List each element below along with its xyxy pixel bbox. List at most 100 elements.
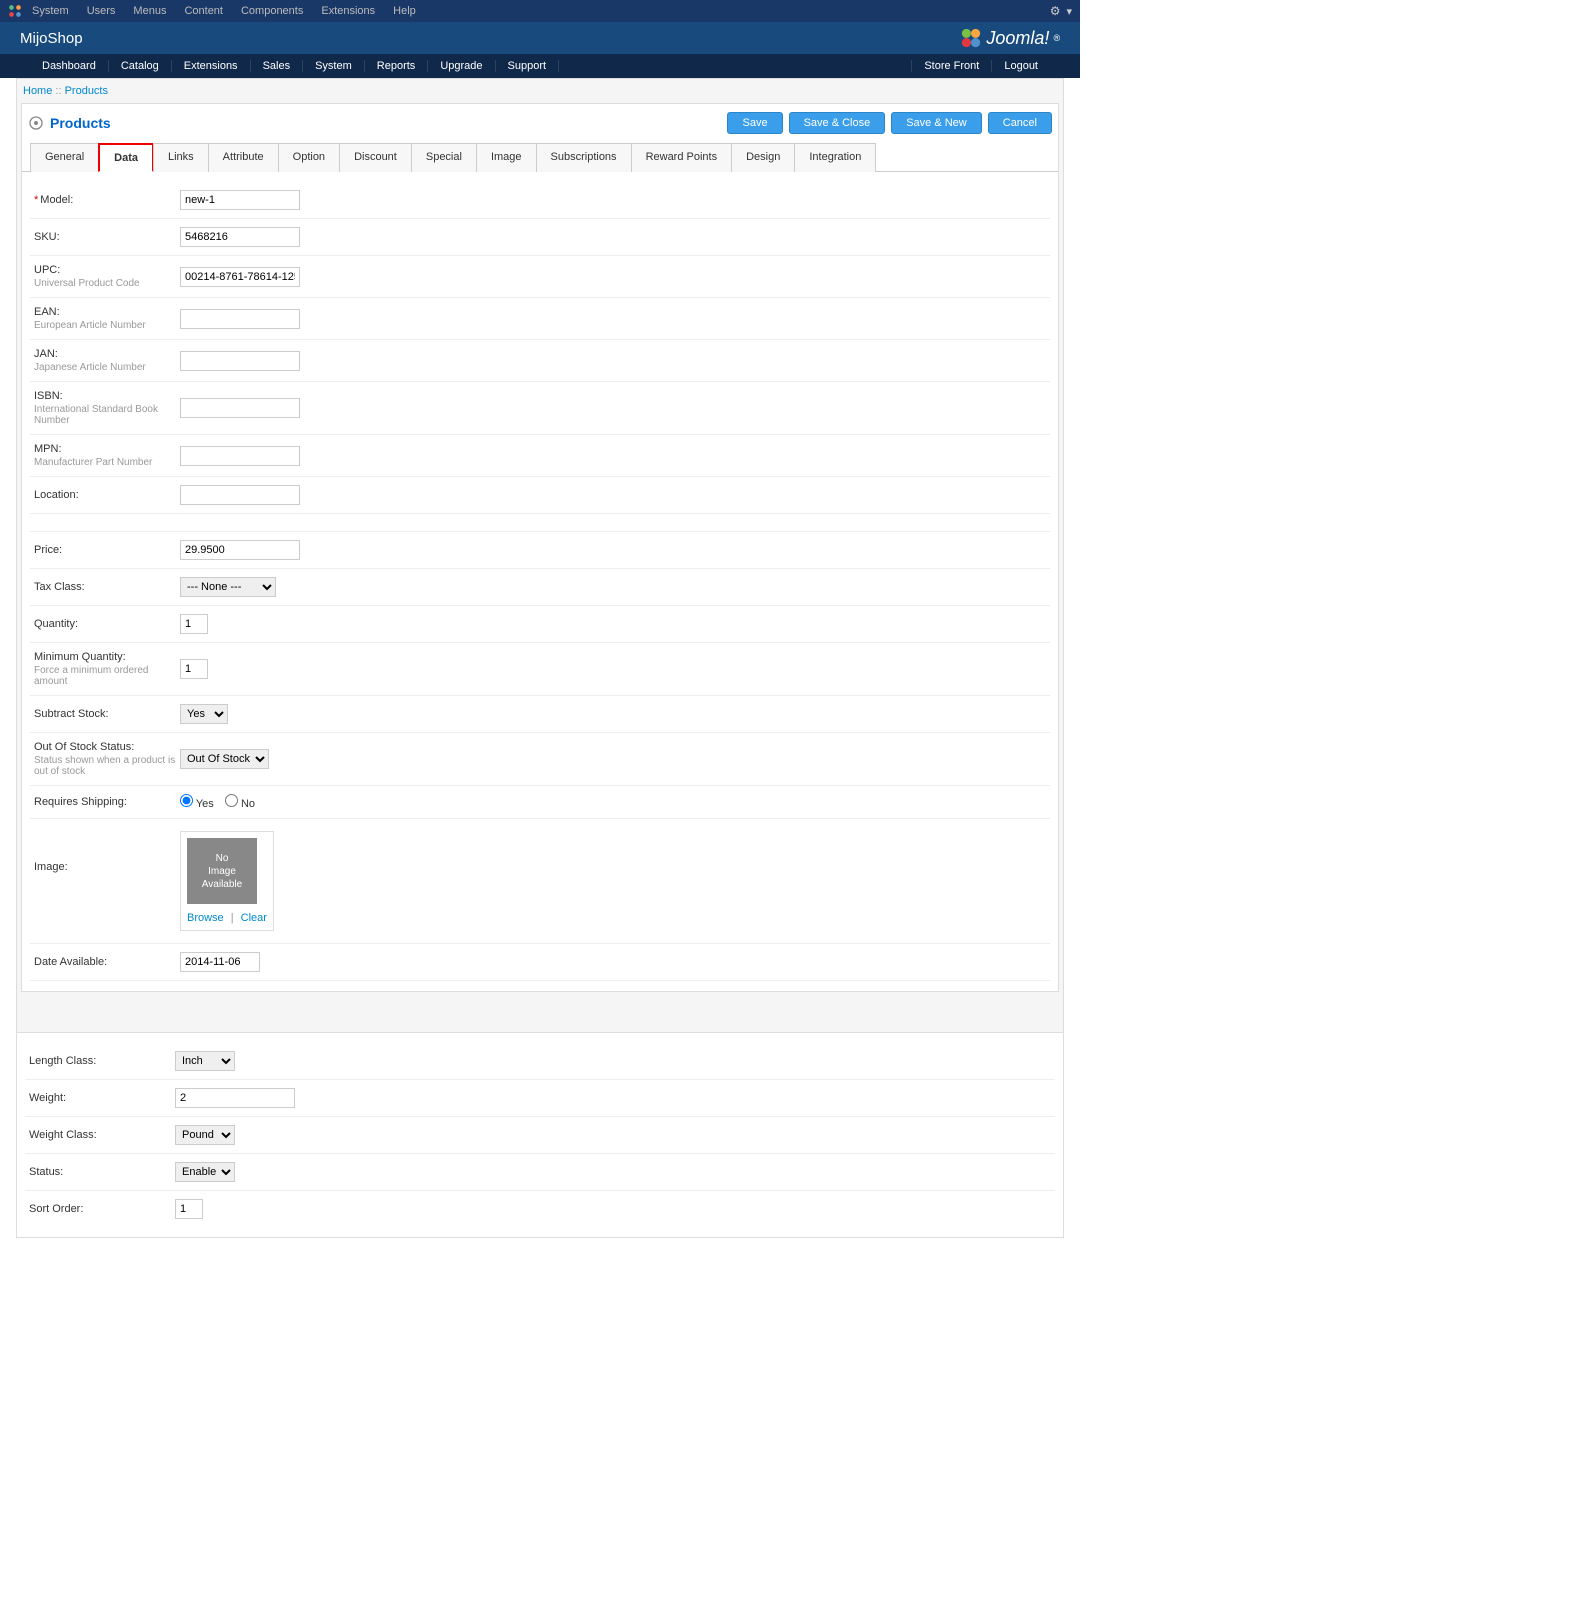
topbar-help[interactable]: Help [393,5,416,17]
model-input[interactable] [180,190,300,210]
joomla-logo: Joomla! ® [960,27,1060,49]
tab-subscriptions[interactable]: Subscriptions [536,143,632,172]
isbn-hint: International Standard Book Number [34,404,180,426]
weight-label: Weight: [29,1092,66,1104]
upc-label: UPC: [34,264,60,276]
topbar-system[interactable]: System [32,5,69,17]
jan-hint: Japanese Article Number [34,362,180,373]
isbn-input[interactable] [180,398,300,418]
nav-store-front[interactable]: Store Front [911,60,991,72]
cancel-button[interactable]: Cancel [988,112,1052,134]
jan-label: JAN: [34,348,58,360]
gear-icon[interactable]: ⚙ [1050,4,1061,18]
image-browse-link[interactable]: Browse [187,912,224,924]
image-label: Image: [34,861,68,873]
tab-image[interactable]: Image [476,143,537,172]
date-available-label: Date Available: [34,956,107,968]
page-title: Products [50,115,721,131]
save-new-button[interactable]: Save & New [891,112,982,134]
tab-data[interactable]: Data [98,143,154,172]
joomla-text: Joomla! [986,28,1049,49]
location-input[interactable] [180,485,300,505]
weight-input[interactable] [175,1088,295,1108]
joomla-icon-small [8,4,22,18]
requires-shipping-label: Requires Shipping: [34,796,127,808]
nav-logout[interactable]: Logout [991,60,1050,72]
form-area: *Model: SKU: UPC:Universal Product Code … [22,172,1058,991]
tab-integration[interactable]: Integration [794,143,876,172]
ean-hint: European Article Number [34,320,180,331]
quantity-label: Quantity: [34,618,78,630]
jan-input[interactable] [180,351,300,371]
tab-special[interactable]: Special [411,143,477,172]
min-quantity-label: Minimum Quantity: [34,651,126,663]
weight-class-select[interactable]: Pound [175,1125,235,1145]
image-clear-link[interactable]: Clear [241,912,267,924]
breadcrumb-products[interactable]: Products [65,85,108,97]
out-of-stock-select[interactable]: Out Of Stock [180,749,269,769]
nav-sales[interactable]: Sales [251,60,304,72]
topbar-menus[interactable]: Menus [133,5,166,17]
sort-order-input[interactable] [175,1199,203,1219]
nav-system[interactable]: System [303,60,365,72]
nav-support[interactable]: Support [496,60,560,72]
tab-option[interactable]: Option [278,143,340,172]
tab-attribute[interactable]: Attribute [208,143,279,172]
caret-down-icon[interactable]: ▾ [1066,5,1072,18]
products-gear-icon [28,115,44,131]
save-close-button[interactable]: Save & Close [789,112,886,134]
nav-dashboard[interactable]: Dashboard [30,60,109,72]
nav-catalog[interactable]: Catalog [109,60,172,72]
status-select[interactable]: Enabled [175,1162,235,1182]
brand-title: MijoShop [20,30,960,47]
requires-shipping-yes[interactable] [180,794,193,807]
topbar-content[interactable]: Content [184,5,223,17]
isbn-label: ISBN: [34,390,63,402]
mpn-input[interactable] [180,446,300,466]
out-of-stock-hint: Status shown when a product is out of st… [34,755,180,777]
ean-input[interactable] [180,309,300,329]
length-class-label: Length Class: [29,1055,96,1067]
quantity-input[interactable] [180,614,208,634]
location-label: Location: [34,489,79,501]
save-button[interactable]: Save [727,112,782,134]
subtract-stock-select[interactable]: Yes [180,704,228,724]
nav-bar: Dashboard Catalog Extensions Sales Syste… [0,54,1080,78]
upc-input[interactable] [180,267,300,287]
sku-label: SKU: [34,231,60,243]
image-box: No Image Available Browse | Clear [180,831,274,931]
tab-links[interactable]: Links [153,143,209,172]
min-quantity-input[interactable] [180,659,208,679]
tab-design[interactable]: Design [731,143,795,172]
date-available-input[interactable] [180,952,260,972]
sku-input[interactable] [180,227,300,247]
ean-label: EAN: [34,306,60,318]
tax-class-label: Tax Class: [34,581,85,593]
topbar-users[interactable]: Users [87,5,116,17]
nav-upgrade[interactable]: Upgrade [428,60,495,72]
form-area-lower: Length Class: Inch Weight: Weight Class:… [16,1033,1064,1238]
min-quantity-hint: Force a minimum ordered amount [34,665,180,687]
sort-order-label: Sort Order: [29,1203,83,1215]
requires-shipping-no[interactable] [225,794,238,807]
nav-reports[interactable]: Reports [365,60,429,72]
header-bar: MijoShop Joomla! ® [0,22,1080,54]
topbar-extensions[interactable]: Extensions [321,5,375,17]
tabs: General Data Links Attribute Option Disc… [22,142,1058,172]
breadcrumb: Home :: Products [21,79,1059,103]
breadcrumb-home[interactable]: Home [23,85,52,97]
model-label: Model: [40,194,73,206]
tab-discount[interactable]: Discount [339,143,412,172]
image-placeholder: No Image Available [187,838,257,904]
out-of-stock-label: Out Of Stock Status: [34,741,134,753]
tab-general[interactable]: General [30,143,99,172]
mpn-hint: Manufacturer Part Number [34,457,180,468]
nav-extensions[interactable]: Extensions [172,60,251,72]
length-class-select[interactable]: Inch [175,1051,235,1071]
price-input[interactable] [180,540,300,560]
tax-class-select[interactable]: --- None --- [180,577,276,597]
upc-hint: Universal Product Code [34,278,180,289]
topbar-components[interactable]: Components [241,5,303,17]
tab-reward-points[interactable]: Reward Points [631,143,733,172]
joomla-admin-topbar: System Users Menus Content Components Ex… [0,0,1080,22]
